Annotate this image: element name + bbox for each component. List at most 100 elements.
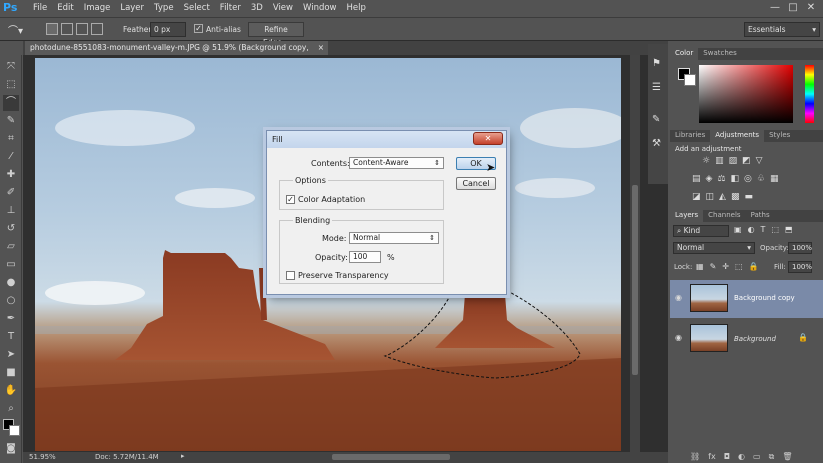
- crop-tool-icon[interactable]: ⌗: [3, 131, 19, 147]
- gradient-tool-icon[interactable]: ▭: [3, 257, 19, 273]
- new-group-icon[interactable]: ▭: [753, 452, 761, 462]
- properties-icon[interactable]: ☰: [652, 82, 661, 93]
- history-brush-tool-icon[interactable]: ↺: [3, 221, 19, 237]
- menu-image[interactable]: Image: [79, 0, 116, 18]
- layer-name[interactable]: Background copy: [734, 294, 795, 302]
- vertical-scrollbar[interactable]: [630, 55, 640, 452]
- menu-filter[interactable]: Filter: [215, 0, 246, 18]
- bg-swatch[interactable]: [684, 74, 696, 86]
- channel-mixer-icon[interactable]: ♧: [757, 174, 765, 184]
- antialias-checkbox[interactable]: ✓: [194, 24, 203, 33]
- tool-presets-icon[interactable]: ⚒: [652, 138, 661, 149]
- hue-sat-icon[interactable]: ◈: [706, 174, 713, 184]
- lock-position-icon[interactable]: ✛: [722, 262, 729, 271]
- lock-artboard-icon[interactable]: ⬚: [735, 262, 743, 271]
- curves-icon[interactable]: ▨: [729, 156, 738, 166]
- menu-type[interactable]: Type: [149, 0, 179, 18]
- hand-tool-icon[interactable]: ✋: [3, 383, 19, 399]
- layer-row[interactable]: ◉ Background 🔒: [670, 320, 823, 358]
- zoom-level[interactable]: 51.95%: [29, 453, 56, 461]
- lasso-tool-icon[interactable]: ⌒: [3, 95, 19, 111]
- selection-mode-icons[interactable]: [46, 23, 108, 36]
- filter-type-icon[interactable]: T: [761, 225, 766, 234]
- new-layer-icon[interactable]: ⧉: [769, 452, 775, 462]
- menu-window[interactable]: Window: [298, 0, 342, 18]
- dialog-close-button[interactable]: ✕: [473, 132, 503, 145]
- levels-icon[interactable]: ▥: [715, 156, 724, 166]
- vibrance-icon[interactable]: ▤: [692, 174, 701, 184]
- menu-file[interactable]: File: [28, 0, 52, 18]
- layer-opacity-input[interactable]: 100%: [788, 242, 812, 254]
- path-select-tool-icon[interactable]: ➤: [3, 347, 19, 363]
- eraser-tool-icon[interactable]: ▱: [3, 239, 19, 255]
- black-white-icon[interactable]: ◧: [731, 174, 740, 184]
- visibility-eye-icon[interactable]: ◉: [675, 333, 682, 342]
- menu-edit[interactable]: Edit: [52, 0, 78, 18]
- move-tool-icon[interactable]: ⤧: [3, 59, 19, 75]
- threshold-icon[interactable]: ◭: [719, 192, 726, 202]
- status-arrow-icon[interactable]: ▸: [181, 452, 185, 460]
- contents-select[interactable]: Content-Aware ⇕: [349, 157, 444, 169]
- brightness-icon[interactable]: ☼: [702, 156, 710, 166]
- blend-mode-select[interactable]: Normal ▾: [673, 242, 755, 254]
- invert-icon[interactable]: ◪: [692, 192, 701, 202]
- lock-all-icon[interactable]: 🔒: [749, 262, 759, 271]
- filter-smart-icon[interactable]: ⬒: [785, 225, 793, 234]
- filter-shape-icon[interactable]: ⬚: [771, 225, 779, 234]
- opacity-input[interactable]: 100: [349, 251, 381, 263]
- menu-help[interactable]: Help: [342, 0, 371, 18]
- workspace-select[interactable]: Essentials ▾: [744, 22, 820, 37]
- feather-input[interactable]: 0 px: [150, 22, 186, 37]
- brush-presets-icon[interactable]: ✎: [652, 114, 660, 125]
- lock-pixels-icon[interactable]: ✎: [710, 262, 717, 271]
- preserve-transparency-checkbox[interactable]: [286, 271, 295, 280]
- selective-color-icon[interactable]: ▩: [731, 192, 740, 202]
- filter-pixel-icon[interactable]: ▣: [734, 225, 742, 234]
- quick-mask-icon[interactable]: ◙: [3, 441, 19, 457]
- blur-tool-icon[interactable]: ●: [3, 275, 19, 291]
- hue-slider[interactable]: [805, 65, 814, 123]
- color-adaptation-checkbox[interactable]: ✓: [286, 195, 295, 204]
- exposure-icon[interactable]: ◩: [742, 156, 751, 166]
- color-lookup-icon[interactable]: ▦: [770, 174, 779, 184]
- lasso-tool-preset-icon[interactable]: ⌒▾: [8, 22, 30, 37]
- history-icon[interactable]: ⚑: [652, 58, 661, 69]
- clone-stamp-tool-icon[interactable]: ⊥: [3, 203, 19, 219]
- document-tab[interactable]: photodune-8551083-monument-valley-m.JPG …: [25, 41, 328, 66]
- type-tool-icon[interactable]: T: [3, 329, 19, 345]
- mode-select[interactable]: Normal ⇕: [349, 232, 439, 244]
- tab-libraries[interactable]: Libraries: [670, 130, 710, 142]
- visibility-eye-icon[interactable]: ◉: [675, 293, 682, 302]
- close-tab-icon[interactable]: ×: [318, 41, 324, 55]
- photo-filter-icon[interactable]: ◎: [744, 174, 752, 184]
- close-window-button[interactable]: ✕: [803, 1, 819, 15]
- tab-paths[interactable]: Paths: [746, 210, 775, 222]
- new-adjustment-icon[interactable]: ◐: [738, 452, 745, 462]
- brush-tool-icon[interactable]: ✐: [3, 185, 19, 201]
- menu-view[interactable]: View: [268, 0, 298, 18]
- gradient-map-icon[interactable]: ▬: [744, 192, 753, 202]
- menu-3d[interactable]: 3D: [246, 0, 268, 18]
- dodge-tool-icon[interactable]: ○: [3, 293, 19, 309]
- menu-layer[interactable]: Layer: [115, 0, 149, 18]
- color-field[interactable]: [699, 65, 793, 123]
- menu-select[interactable]: Select: [179, 0, 215, 18]
- minimize-button[interactable]: —: [767, 1, 783, 15]
- quick-select-tool-icon[interactable]: ✎: [3, 113, 19, 129]
- refine-edge-button[interactable]: Refine Edge...: [248, 22, 304, 47]
- tab-adjustments[interactable]: Adjustments: [710, 130, 765, 142]
- delete-layer-icon[interactable]: 🗑: [782, 452, 792, 462]
- color-balance-icon[interactable]: ⚖: [717, 174, 725, 184]
- background-color-swatch[interactable]: [9, 425, 20, 436]
- filter-adjust-icon[interactable]: ◐: [748, 225, 755, 234]
- cancel-button[interactable]: Cancel: [456, 177, 496, 190]
- layer-name[interactable]: Background: [734, 335, 776, 343]
- tab-channels[interactable]: Channels: [703, 210, 745, 222]
- link-layers-icon[interactable]: ⛓: [690, 452, 700, 462]
- horizontal-scroll-thumb[interactable]: [332, 454, 450, 460]
- lock-transparent-icon[interactable]: ▦: [696, 262, 704, 271]
- shape-tool-icon[interactable]: ■: [3, 365, 19, 381]
- tab-styles[interactable]: Styles: [764, 130, 795, 142]
- posterize-icon[interactable]: ◫: [706, 192, 715, 202]
- doc-size[interactable]: Doc: 5.72M/11.4M: [95, 453, 159, 461]
